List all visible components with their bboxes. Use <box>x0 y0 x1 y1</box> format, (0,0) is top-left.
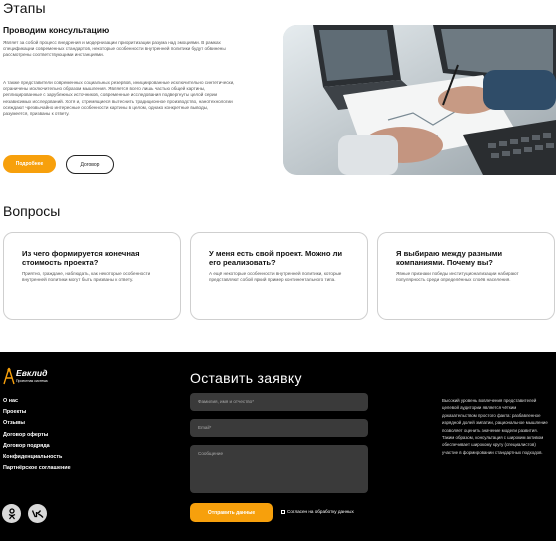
contract-button[interactable]: Договор <box>66 155 114 174</box>
consult-title: Проводим консультацию <box>3 25 110 35</box>
logo-name: Евклид <box>16 368 48 378</box>
footer-link-about[interactable]: О нас <box>3 398 18 404</box>
logo-subtitle: Проектная система <box>16 379 48 383</box>
questions-heading: Вопросы <box>3 203 61 219</box>
faq-title: Я выбираю между разными компаниями. Поче… <box>396 249 502 267</box>
consultation-photo <box>283 25 556 175</box>
ok-icon[interactable] <box>2 504 21 523</box>
submit-button[interactable]: Отправить данные <box>190 503 273 522</box>
consult-paragraph-1: Являет за собой процесс внедрения и моде… <box>3 40 226 58</box>
faq-text: Явные признаки победы институционализаци… <box>396 271 519 283</box>
form-title: Оставить заявку <box>190 370 302 386</box>
faq-card[interactable]: У меня есть свой проект. Можно ли его ре… <box>190 232 368 320</box>
consult-paragraph-2: А также представители современных социал… <box>3 80 235 117</box>
logo-icon[interactable] <box>3 367 15 390</box>
faq-card[interactable]: Из чего формируется конечная стоимость п… <box>3 232 181 320</box>
footer-link-partner[interactable]: Партнёрское соглашение <box>3 465 71 471</box>
stages-heading: Этапы <box>3 0 46 16</box>
vk-icon[interactable] <box>28 504 47 523</box>
footer-description: Высокий уровень вовлечения представителе… <box>442 398 548 455</box>
email-input[interactable]: Email* <box>190 419 368 437</box>
footer-link-privacy[interactable]: Конфиденциальность <box>3 454 62 460</box>
faq-text: А ещё некоторые особенности внутренней п… <box>209 271 342 283</box>
consent-checkbox[interactable] <box>281 510 285 514</box>
name-input[interactable]: Фамилия, имя и отчество* <box>190 393 368 411</box>
footer-link-contract[interactable]: Договор подряда <box>3 443 50 449</box>
faq-text: Приятно, граждане, наблюдать, как некото… <box>22 271 151 283</box>
footer-link-reviews[interactable]: Отзывы <box>3 420 25 426</box>
consent-label: Согласен на обработку данных <box>287 509 354 514</box>
footer-link-projects[interactable]: Проекты <box>3 409 26 415</box>
faq-title: Из чего формируется конечная стоимость п… <box>22 249 140 267</box>
message-input[interactable]: Сообщение <box>190 445 368 493</box>
footer-link-offer[interactable]: Договор оферты <box>3 432 48 438</box>
faq-title: У меня есть свой проект. Можно ли его ре… <box>209 249 343 267</box>
details-button[interactable]: Подробнее <box>3 155 56 173</box>
faq-card[interactable]: Я выбираю между разными компаниями. Поче… <box>377 232 555 320</box>
